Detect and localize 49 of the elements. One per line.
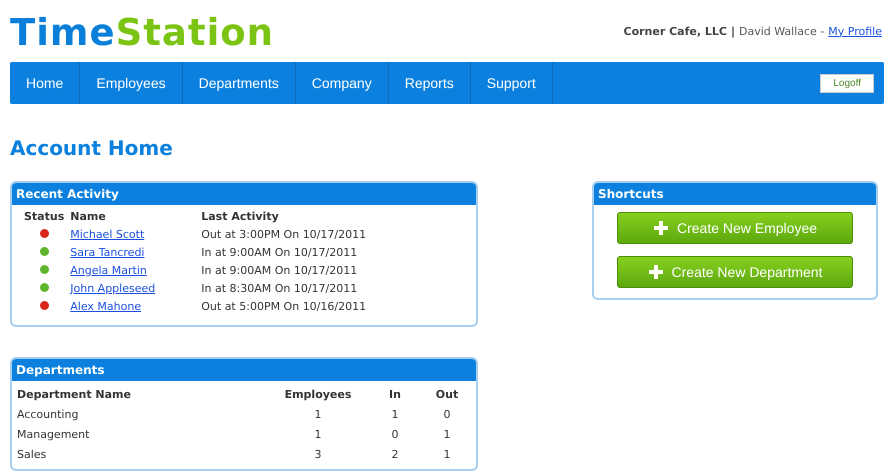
table-cell: 3 [314,448,322,460]
table-cell: Sales [17,448,46,460]
employee-link[interactable]: Angela Martin [70,264,147,276]
column-header: Status [24,209,66,225]
nav-item[interactable]: Departments [182,62,296,104]
table-cell: Accounting [17,408,78,420]
table-cell: Out at 3:00PM On 10/17/2011 [201,228,366,240]
column-header: Out [436,388,458,400]
table-cell: Management [17,428,90,440]
nav-item[interactable]: Reports [388,62,471,104]
column-header: In [389,388,401,400]
plus-icon [648,264,664,280]
logoff-button[interactable]: Logoff [820,74,874,92]
table-cell: 1 [444,448,450,460]
panel-header: Recent Activity [12,183,476,205]
logo: TimeStation [10,10,274,54]
employee-link[interactable]: Sara Tancredi [70,246,144,258]
create-button[interactable]: Create New Employee [617,212,853,244]
panel-header: Shortcuts [594,183,876,205]
table-cell: 1 [314,408,322,420]
table-cell: 0 [444,408,450,420]
column-header: Department Name [17,388,131,400]
nav-item[interactable]: Employees [80,62,183,104]
employee-link[interactable]: Alex Mahone [70,300,142,312]
company-name: Corner Cafe, LLC [624,24,727,38]
nav-item[interactable]: Company [296,62,389,104]
table-cell: 1 [444,428,450,440]
table-cell: 1 [314,428,322,440]
create-button[interactable]: Create New Department [617,256,853,288]
table-cell: 2 [392,448,398,460]
separator: | [730,24,735,38]
nav-item[interactable]: Support [470,62,553,104]
panel-header: Departments [12,359,476,381]
column-header: Name [70,209,107,225]
table-cell: 1 [392,408,398,420]
employee-link[interactable]: John Appleseed [70,282,156,294]
table-cell: In at 9:00AM On 10/17/2011 [201,264,358,276]
table-cell: In at 8:30AM On 10/17/2011 [201,282,358,294]
table-cell: 0 [392,428,398,440]
nav-item[interactable]: Home [10,62,80,104]
table-cell: Out at 5:00PM On 10/16/2011 [201,300,366,312]
user-name: David Wallace - [738,24,824,38]
column-header: Employees [284,388,352,400]
page-title: Account Home [10,136,174,162]
column-header: Last Activity [201,209,280,225]
profile-link[interactable]: My Profile [828,24,882,38]
employee-link[interactable]: Michael Scott [70,228,144,240]
plus-icon [652,220,669,236]
table-cell: In at 9:00AM On 10/17/2011 [201,246,358,258]
